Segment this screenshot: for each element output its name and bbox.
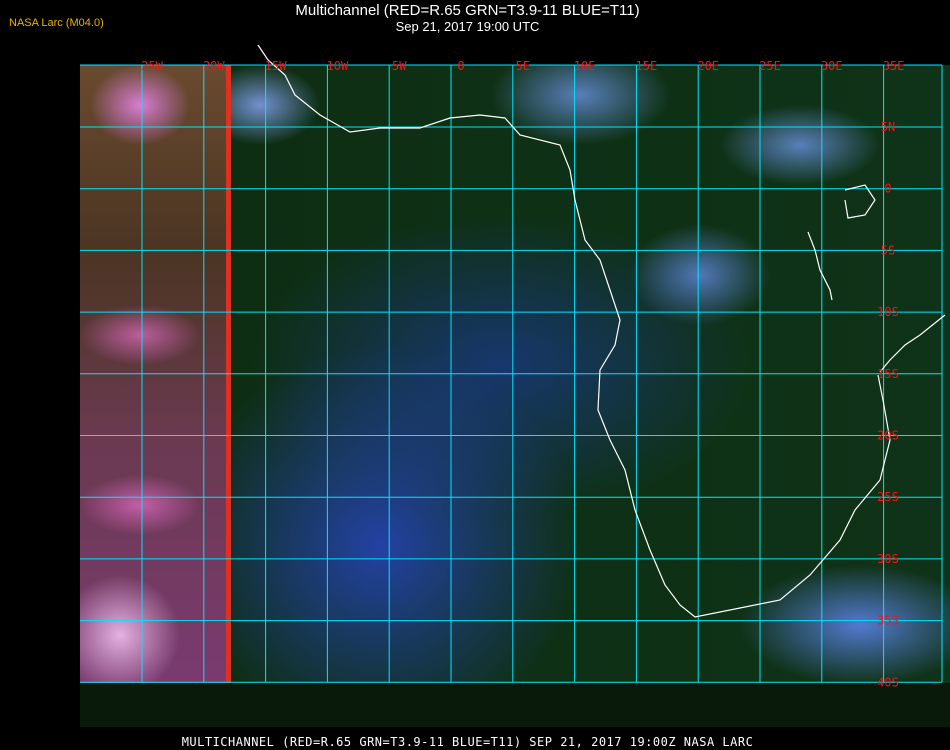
map-overlay: 25W 20W 15W 10W 5W 0 5E 10E 15E 20E 25E 30E 35E 5N 0 5S… (80, 44, 946, 689)
longitude-label: 10E (574, 59, 596, 73)
image-title: Multichannel (RED=R.65 GRN=T3.9-11 BLUE=… (295, 2, 640, 19)
latitude-label: 40S (877, 675, 899, 689)
longitude-label: 35E (883, 59, 905, 73)
longitude-label: 5E (516, 59, 530, 73)
footer-caption: MULTICHANNEL (RED=R.65 GRN=T3.9-11 BLUE=… (181, 735, 754, 749)
longitude-label: 20W (203, 59, 225, 73)
longitude-label: 10W (327, 59, 349, 73)
longitude-label: 25E (759, 59, 781, 73)
coastline-east (879, 314, 946, 373)
latitude-label: 20S (877, 429, 899, 443)
coastline (257, 44, 891, 618)
credit-label: NASA Larc (M04.0) (9, 17, 104, 29)
latitude-label: 15S (877, 367, 899, 381)
lake-outline (807, 231, 833, 301)
longitude-label: 5W (392, 59, 407, 73)
longitude-label: 30E (821, 59, 843, 73)
lake-victoria-outline (844, 184, 876, 219)
latitude-label: 30S (877, 552, 899, 566)
longitude-label: 25W (141, 59, 163, 73)
longitude-label: 20E (697, 59, 719, 73)
latitude-label: 25S (877, 490, 899, 504)
latitude-label: 5S (881, 243, 895, 257)
longitude-label: 15W (265, 59, 287, 73)
latitude-label: 5N (881, 120, 895, 134)
latitude-label: 35S (877, 614, 899, 628)
image-datetime: Sep 21, 2017 19:00 UTC (395, 19, 540, 34)
grid-lines (80, 64, 943, 683)
latitude-label: 10S (877, 305, 899, 319)
longitude-label: 0 (457, 59, 464, 73)
longitude-label: 15E (636, 59, 658, 73)
latitude-label: 0 (884, 182, 891, 196)
